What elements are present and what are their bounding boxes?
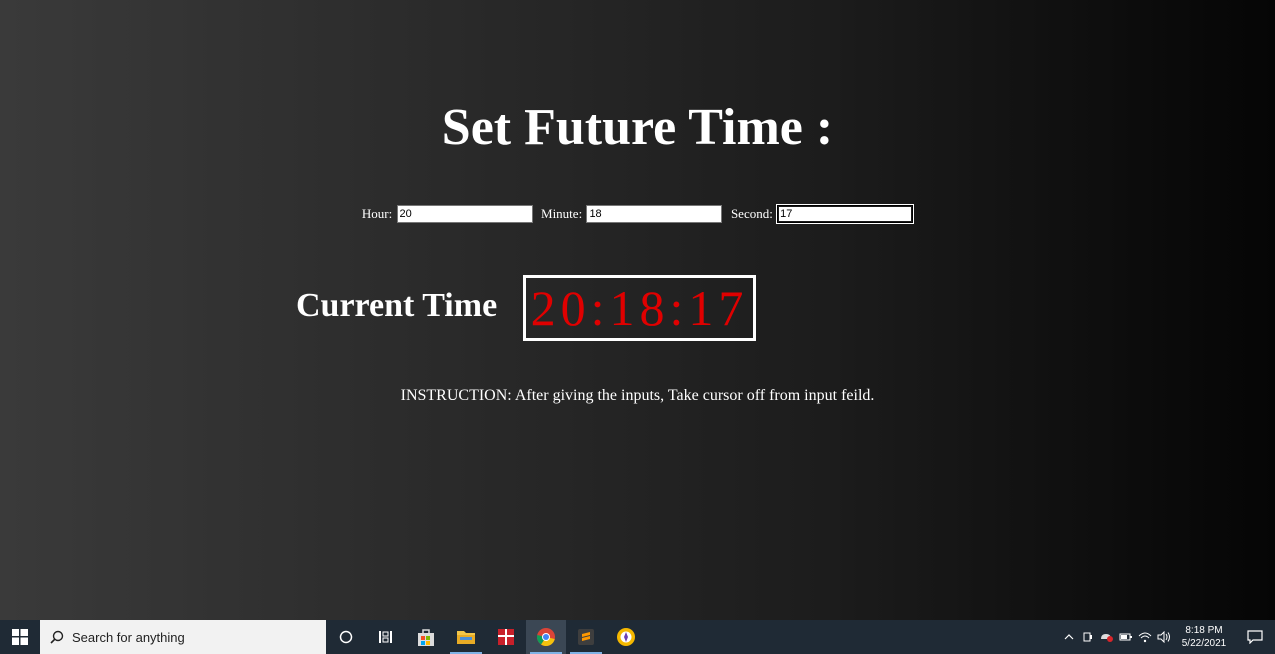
second-label: Second: — [730, 206, 773, 222]
hour-label: Hour: — [361, 206, 393, 222]
second-input[interactable] — [776, 204, 915, 225]
page-title: Set Future Time : — [441, 99, 834, 156]
search-icon — [50, 630, 64, 644]
minute-label: Minute: — [541, 206, 583, 222]
taskbar: Search for anything 8:18 PM 5/22/2021 — [0, 620, 1275, 654]
minute-input[interactable] — [586, 205, 723, 224]
browser-icon[interactable] — [606, 620, 646, 654]
instruction-text: INSTRUCTION: After giving the inputs, Ta… — [400, 387, 875, 404]
sublime-text-icon[interactable] — [566, 620, 606, 654]
windows-start-button[interactable] — [0, 620, 40, 654]
search-placeholder: Search for anything — [72, 629, 185, 645]
task-view-icon[interactable] — [366, 620, 406, 654]
wifi-icon[interactable] — [1135, 620, 1154, 654]
system-tray: 8:18 PM 5/22/2021 — [1059, 620, 1275, 654]
hour-input[interactable] — [396, 205, 533, 224]
time-inputs-row: Hour: Minute: Second: — [0, 204, 1275, 225]
volume-icon[interactable] — [1154, 620, 1173, 654]
file-explorer-icon[interactable] — [446, 620, 486, 654]
taskbar-clock[interactable]: 8:18 PM 5/22/2021 — [1173, 624, 1235, 650]
store-icon[interactable] — [406, 620, 446, 654]
action-center-button[interactable] — [1235, 620, 1275, 654]
cortana-icon[interactable] — [326, 620, 366, 654]
chrome-icon[interactable] — [526, 620, 566, 654]
gift-icon[interactable] — [486, 620, 526, 654]
taskbar-search-box[interactable]: Search for anything — [40, 620, 326, 654]
notification-icon — [1247, 630, 1263, 644]
device-icon[interactable] — [1078, 620, 1097, 654]
antivirus-icon[interactable] — [1097, 620, 1116, 654]
show-hidden-icons-chevron-icon[interactable] — [1059, 620, 1078, 654]
taskbar-date: 5/22/2021 — [1181, 638, 1227, 649]
taskbar-time: 8:18 PM — [1185, 625, 1223, 636]
clock-display: 20:18:17 — [530, 280, 749, 336]
battery-icon[interactable] — [1116, 620, 1135, 654]
page: Set Future Time : Hour: Minute: Second: … — [0, 0, 1275, 620]
current-time-label: Current Time — [296, 287, 498, 324]
clock-display-box: 20:18:17 — [523, 275, 756, 341]
windows-logo-icon — [12, 629, 28, 645]
